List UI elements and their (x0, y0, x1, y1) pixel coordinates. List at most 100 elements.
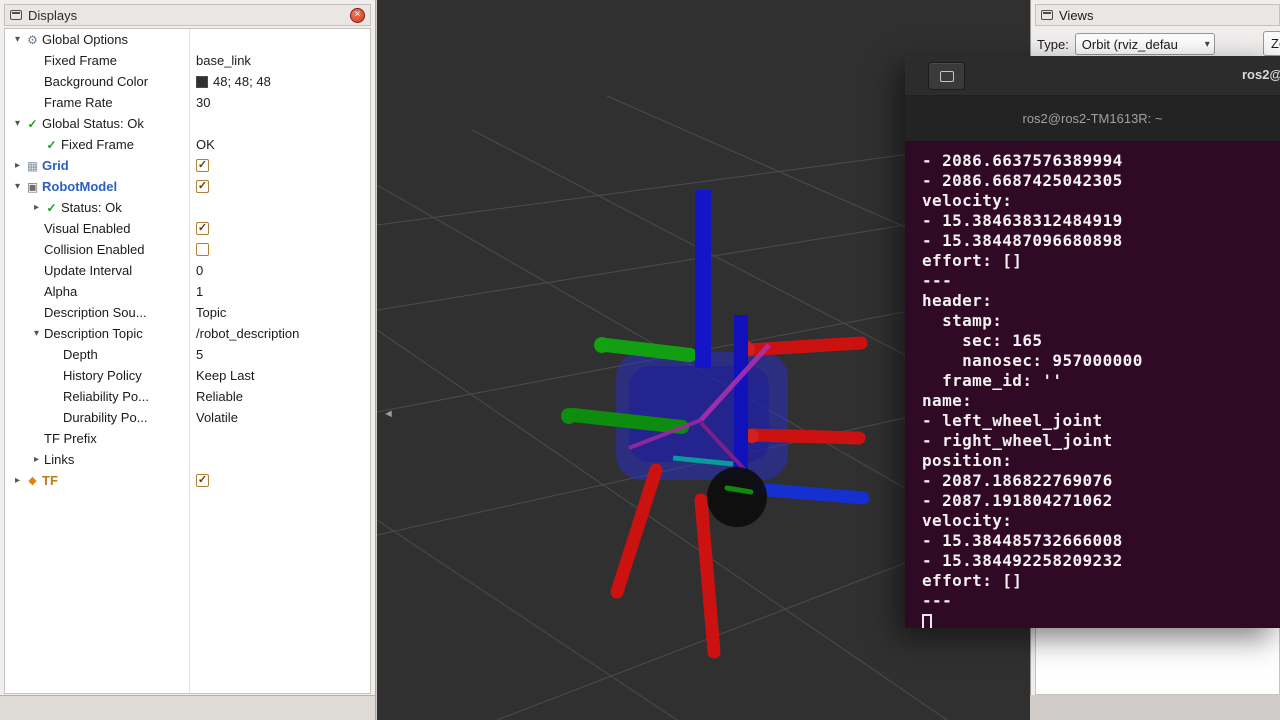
tree-row[interactable]: ▾✓Global Status: Ok (5, 113, 370, 134)
tree-row[interactable]: Update Interval0 (5, 260, 370, 281)
property-value[interactable]: 0 (191, 260, 370, 281)
tf-icon: ◆ (24, 474, 41, 487)
property-label: Global Status: Ok (41, 116, 144, 131)
tree-row[interactable]: ▸Links (5, 449, 370, 470)
property-label: Links (43, 452, 74, 467)
tree-row[interactable]: Visual Enabled✓ (5, 218, 370, 239)
close-panel-button[interactable]: × (350, 8, 365, 23)
property-value[interactable]: 1 (191, 281, 370, 302)
tree-row[interactable]: ▾⚙Global Options (5, 29, 370, 50)
checkbox[interactable]: ✓ (196, 474, 209, 487)
expander-closed-icon[interactable]: ▸ (11, 160, 24, 171)
tree-row[interactable]: Fixed Framebase_link (5, 50, 370, 71)
property-value[interactable]: OK (191, 134, 370, 155)
terminal-line: - 2086.6637576389994 (922, 151, 1280, 171)
terminal-window: ros2@ ros2@ros2-TM1613R: ~ - 2086.663757… (905, 56, 1280, 628)
property-label: Description Sou... (43, 305, 147, 320)
displays-panel-icon (10, 10, 22, 20)
terminal-line: - 2087.191804271062 (922, 491, 1280, 511)
terminal-titlebar[interactable]: ros2@ (905, 56, 1280, 96)
zero-button[interactable]: Zero (1263, 31, 1280, 56)
tree-row[interactable]: Frame Rate30 (5, 92, 370, 113)
property-value[interactable]: Keep Last (191, 365, 370, 386)
check-icon: ✓ (43, 201, 60, 215)
tree-row[interactable]: Reliability Po...Reliable (5, 386, 370, 407)
panel-collapse-button[interactable]: ◄ (383, 408, 394, 420)
bottom-panel-strip (0, 695, 375, 720)
checkbox[interactable]: ✓ (196, 222, 209, 235)
tree-row[interactable]: ▸◆TF ✓ (5, 470, 370, 491)
property-value[interactable]: /robot_description (191, 323, 370, 344)
terminal-tab[interactable]: ros2@ros2-TM1613R: ~ (905, 96, 1280, 141)
property-label: TF (41, 473, 58, 488)
new-tab-button[interactable] (928, 62, 965, 90)
property-value[interactable]: 48; 48; 48 (191, 71, 370, 92)
displays-panel-titlebar[interactable]: Displays × (4, 4, 371, 26)
property-label: Status: Ok (60, 200, 122, 215)
tree-row[interactable]: Alpha1 (5, 281, 370, 302)
tree-row[interactable]: Background Color 48; 48; 48 (5, 71, 370, 92)
expander-open-icon[interactable]: ▾ (11, 181, 24, 192)
property-value: ✓ (191, 155, 370, 176)
terminal-line: --- (922, 591, 1280, 611)
property-label: Depth (62, 347, 98, 362)
view-type-label: Type: (1037, 37, 1069, 52)
checkbox[interactable]: ✓ (196, 159, 209, 172)
property-value[interactable]: Topic (191, 302, 370, 323)
property-label: Global Options (41, 32, 128, 47)
tree-row[interactable]: Collision Enabled (5, 239, 370, 260)
terminal-line: - 15.384492258209232 (922, 551, 1280, 571)
rviz-window: Displays × ▾⚙Global OptionsFixed Frameba… (0, 0, 1280, 720)
tree-row[interactable]: ▸✓Status: Ok (5, 197, 370, 218)
property-label: Collision Enabled (43, 242, 144, 257)
property-label: TF Prefix (43, 431, 97, 446)
tree-row[interactable]: Description Sou... Topic (5, 302, 370, 323)
checkbox[interactable]: ✓ (196, 180, 209, 193)
terminal-line: - 2086.6687425042305 (922, 171, 1280, 191)
property-value[interactable]: 30 (191, 92, 370, 113)
displays-tree[interactable]: ▾⚙Global OptionsFixed Framebase_linkBack… (4, 28, 371, 694)
property-value[interactable]: Volatile (191, 407, 370, 428)
property-label: Description Topic (43, 326, 143, 341)
checkbox[interactable] (196, 243, 209, 256)
property-label: Grid (41, 158, 69, 173)
view-type-value: Orbit (rviz_defau (1082, 37, 1178, 52)
property-label: RobotModel (41, 179, 117, 194)
views-panel-titlebar[interactable]: Views (1035, 4, 1280, 26)
expander-open-icon[interactable]: ▾ (11, 34, 24, 45)
expander-closed-icon[interactable]: ▸ (30, 202, 43, 213)
tree-row[interactable]: ▾▣RobotModel✓ (5, 176, 370, 197)
terminal-line: nanosec: 957000000 (922, 351, 1280, 371)
property-value (191, 428, 370, 449)
terminal-line: stamp: (922, 311, 1280, 331)
property-label: Background Color (43, 74, 148, 89)
tree-row[interactable]: ✓Fixed FrameOK (5, 134, 370, 155)
property-label: Fixed Frame (60, 137, 134, 152)
terminal-line: - 15.384487096680898 (922, 231, 1280, 251)
tree-row[interactable]: History PolicyKeep Last (5, 365, 370, 386)
tree-row[interactable]: ▸▦Grid✓ (5, 155, 370, 176)
check-icon: ✓ (24, 117, 41, 131)
terminal-window-title: ros2@ (1242, 67, 1280, 82)
terminal-line: name: (922, 391, 1280, 411)
property-value (191, 197, 370, 218)
property-value (191, 239, 370, 260)
tree-row[interactable]: ▾Description Topic/robot_description (5, 323, 370, 344)
expander-closed-icon[interactable]: ▸ (30, 454, 43, 465)
view-type-dropdown[interactable]: Orbit (rviz_defau ▾ (1075, 33, 1215, 55)
expander-open-icon[interactable]: ▾ (30, 328, 43, 339)
tree-row[interactable]: TF Prefix (5, 428, 370, 449)
property-value: ✓ (191, 176, 370, 197)
terminal-tab-title: ros2@ros2-TM1613R: ~ (1023, 111, 1163, 126)
displays-panel: Displays × ▾⚙Global OptionsFixed Frameba… (0, 0, 376, 720)
tree-row[interactable]: Durability Po...Volatile (5, 407, 370, 428)
expander-closed-icon[interactable]: ▸ (11, 475, 24, 486)
terminal-line: - 15.384485732666008 (922, 531, 1280, 551)
expander-open-icon[interactable]: ▾ (11, 118, 24, 129)
property-value (191, 449, 370, 470)
property-value[interactable]: base_link (191, 50, 370, 71)
tree-row[interactable]: Depth 5 (5, 344, 370, 365)
property-value[interactable]: Reliable (191, 386, 370, 407)
terminal-output[interactable]: - 2086.6637576389994- 2086.6687425042305… (905, 141, 1280, 628)
property-value[interactable]: 5 (191, 344, 370, 365)
